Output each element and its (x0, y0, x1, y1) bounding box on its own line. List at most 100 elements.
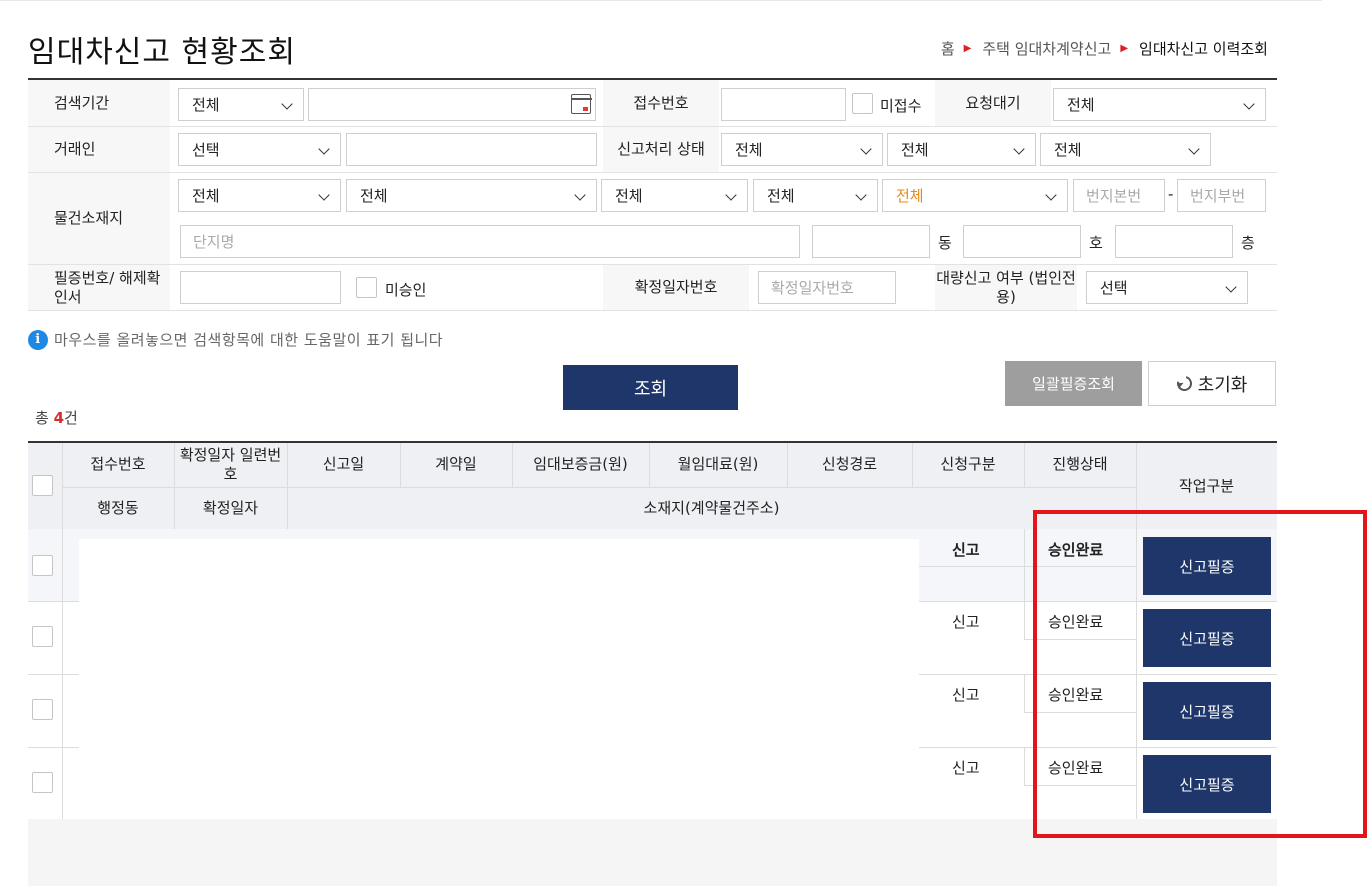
report-status-select-value: 전체 (901, 141, 929, 159)
chevron-down-icon (1045, 189, 1057, 201)
cert-no-input[interactable] (180, 271, 341, 304)
fixed-date-no-label: 확정일자번호 (603, 265, 749, 310)
search-row-cert: 필증번호/ 해제확인서 미승인 확정일자번호 확정일자번호 대량신고 여부 (법… (28, 265, 1277, 311)
help-text: 마우스를 올려놓으면 검색항목에 대한 도움말이 표기 됩니다 (54, 331, 444, 349)
chevron-down-icon (725, 189, 737, 201)
th-fixed-date-serial: 확정일자 일련번호 (179, 445, 282, 484)
help-line: i 마우스를 올려놓으면 검색항목에 대한 도움말이 표기 됩니다 (28, 329, 443, 350)
th-monthly-rent: 월임대료(원) (677, 455, 759, 474)
th-fixed-date: 확정일자 (202, 499, 259, 518)
breadcrumb-home[interactable]: 홈 (941, 38, 955, 59)
report-status-select-2[interactable]: 전체 (887, 133, 1036, 166)
period-date-input[interactable] (308, 88, 596, 121)
ho-input[interactable] (963, 225, 1081, 258)
th-admin-dong: 행정동 (97, 499, 139, 518)
total-prefix: 총 (35, 409, 49, 427)
fixed-date-no-input[interactable]: 확정일자번호 (758, 271, 896, 304)
search-button[interactable]: 조회 (563, 365, 738, 410)
request-wait-select-value: 전체 (1067, 96, 1095, 114)
party-select[interactable]: 선택 (178, 133, 341, 166)
select-all-checkbox[interactable] (32, 475, 53, 496)
col-divider (1024, 675, 1025, 712)
complex-name-input[interactable]: 단지명 (180, 225, 800, 258)
row-checkbox[interactable] (32, 772, 53, 793)
lot-main-input[interactable]: 번지본번 (1073, 179, 1165, 212)
chevron-down-icon (1225, 281, 1237, 293)
location-select-sigungu[interactable]: 전체 (346, 179, 597, 212)
row-checkbox[interactable] (32, 626, 53, 647)
th-apply-type: 신청구분 (940, 455, 996, 474)
th-address: 소재지(계약물건주소) (643, 499, 780, 518)
bulk-cert-button[interactable]: 일괄필증조회 (1005, 361, 1142, 406)
location-select-sido[interactable]: 전체 (178, 179, 341, 212)
search-form: 검색기간 전체 접수번호 미접수 요청대기 전체 거래인 선택 신고처리 상태 … (28, 78, 1277, 311)
party-select-value: 선택 (192, 141, 220, 159)
chevron-down-icon (1188, 143, 1200, 155)
bulk-report-select[interactable]: 선택 (1086, 271, 1248, 304)
row-apply-type: 신고 (952, 613, 980, 631)
col-divider (62, 529, 63, 602)
location-select-ri[interactable]: 전체 (753, 179, 878, 212)
row-apply-type: 신고 (952, 686, 980, 704)
lot-sub-input[interactable]: 번지부번 (1177, 179, 1266, 212)
unreceived-label: 미접수 (880, 97, 922, 115)
th-contract-date: 계약일 (435, 455, 477, 474)
unapproved-checkbox[interactable] (356, 277, 377, 298)
total-number: 4 (53, 409, 65, 427)
th-channel: 신청경로 (821, 455, 878, 474)
breadcrumb-lease-report[interactable]: 주택 임대차계약신고 (982, 38, 1111, 59)
floor-input[interactable] (1115, 225, 1233, 258)
dong-input[interactable] (812, 225, 930, 258)
chevron-down-icon (1013, 143, 1025, 155)
chevron-down-icon (574, 189, 586, 201)
period-select[interactable]: 전체 (178, 88, 304, 121)
chevron-down-icon (860, 143, 872, 155)
page-title: 임대차신고 현황조회 (28, 35, 296, 70)
row-apply-type: 신고 (952, 541, 980, 559)
report-status-select-1[interactable]: 전체 (721, 133, 883, 166)
th-report-date: 신고일 (322, 455, 365, 474)
location-label: 물건소재지 (28, 173, 170, 264)
chevron-down-icon (318, 189, 330, 201)
row-apply-type: 신고 (952, 759, 980, 777)
th-progress: 진행상태 (1052, 455, 1108, 474)
col-divider (62, 602, 63, 675)
search-row-period: 검색기간 전체 접수번호 미접수 요청대기 전체 (28, 80, 1277, 127)
reset-button-label: 초기화 (1197, 374, 1248, 396)
location-select-type[interactable]: 전체 (882, 179, 1068, 212)
unreceived-checkbox[interactable] (852, 93, 873, 114)
party-input[interactable] (346, 133, 597, 166)
receipt-no-input[interactable] (721, 88, 846, 121)
col-divider (1024, 602, 1025, 639)
calendar-icon[interactable] (570, 94, 592, 114)
cert-no-label: 필증번호/ 해제확인서 (28, 265, 170, 310)
report-status-select-3[interactable]: 전체 (1040, 133, 1211, 166)
top-divider (0, 0, 1322, 1)
col-divider (1024, 748, 1025, 785)
row-checkbox[interactable] (32, 555, 53, 576)
th-receipt-no: 접수번호 (90, 455, 146, 474)
breadcrumb-arrow-icon: ▶ (963, 43, 972, 54)
col-divider (62, 675, 63, 748)
location-select-value: 전체 (615, 187, 643, 205)
location-select-eupmyeondong[interactable]: 전체 (601, 179, 748, 212)
period-select-value: 전체 (192, 96, 220, 114)
chevron-down-icon (1243, 98, 1255, 110)
th-deposit: 임대보증금(원) (533, 455, 628, 474)
receipt-no-label: 접수번호 (603, 80, 719, 126)
report-status-select-value: 전체 (735, 141, 763, 159)
row-checkbox[interactable] (32, 699, 53, 720)
highlight-box (1033, 510, 1367, 838)
request-wait-select[interactable]: 전체 (1053, 88, 1266, 121)
location-select-value: 전체 (896, 187, 924, 205)
party-label: 거래인 (28, 127, 170, 172)
redacted-area (79, 539, 919, 811)
period-label: 검색기간 (28, 80, 170, 126)
total-suffix: 건 (64, 409, 78, 427)
reset-button[interactable]: 초기화 (1148, 361, 1276, 406)
unapproved-label: 미승인 (385, 281, 427, 299)
location-select-value: 전체 (767, 187, 795, 205)
location-select-value: 전체 (360, 187, 388, 205)
floor-label: 층 (1241, 234, 1255, 252)
refresh-icon (1173, 373, 1195, 394)
